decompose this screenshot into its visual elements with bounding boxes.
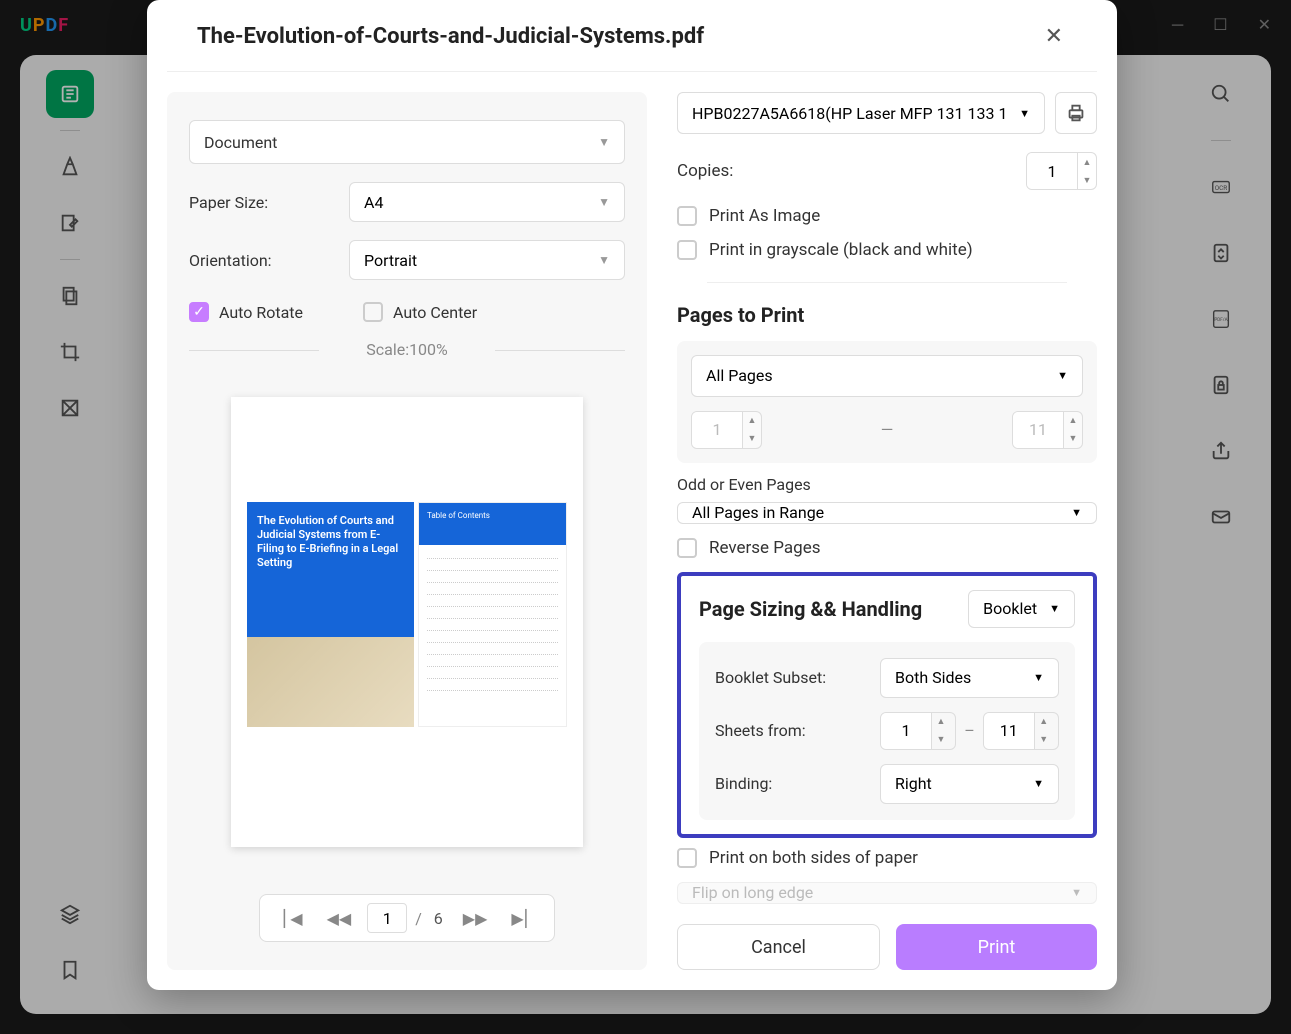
preview-pager: ⎜◀ ◀◀ / 6 ▶▶ ▶⎜: [259, 894, 554, 942]
printer-settings-button[interactable]: [1055, 92, 1097, 134]
print-button[interactable]: Print: [896, 924, 1097, 970]
mode-select[interactable]: Document▼: [189, 120, 625, 164]
close-button[interactable]: ✕: [1041, 20, 1067, 53]
print-both-sides-checkbox[interactable]: Print on both sides of paper: [677, 848, 1097, 868]
cancel-button[interactable]: Cancel: [677, 924, 880, 970]
chevron-down-icon: ▼: [1033, 777, 1044, 790]
last-page-button[interactable]: ▶⎜: [503, 905, 539, 932]
sizing-mode-select[interactable]: Booklet▼: [968, 590, 1075, 628]
chevron-down-icon: ▼: [598, 135, 610, 149]
chevron-down-icon: ▼: [1033, 671, 1044, 684]
orientation-label: Orientation:: [189, 251, 349, 270]
page-range-select[interactable]: All Pages▼: [691, 355, 1083, 397]
auto-rotate-checkbox[interactable]: ✓ Auto Rotate: [189, 302, 303, 322]
odd-even-label: Odd or Even Pages: [677, 475, 1097, 494]
chevron-down-icon: ▼: [598, 195, 610, 209]
chevron-down-icon: ▼: [1057, 369, 1068, 382]
page-sizing-title: Page Sizing && Handling: [699, 597, 922, 621]
chevron-down-icon: ▼: [1071, 886, 1082, 899]
dialog-title: The-Evolution-of-Courts-and-Judicial-Sys…: [197, 24, 704, 49]
print-preview: The Evolution of Courts and Judicial Sys…: [231, 397, 583, 847]
paper-size-select[interactable]: A4▼: [349, 182, 625, 222]
page-sizing-section: Page Sizing && Handling Booklet▼ Booklet…: [677, 572, 1097, 838]
odd-even-select[interactable]: All Pages in Range▼: [677, 502, 1097, 524]
print-as-image-checkbox[interactable]: Print As Image: [677, 206, 1097, 226]
auto-center-checkbox[interactable]: Auto Center: [363, 302, 477, 322]
next-page-button[interactable]: ▶▶: [455, 905, 496, 932]
stepper-down[interactable]: ▼: [1078, 171, 1096, 189]
pages-to-print-title: Pages to Print: [677, 303, 1097, 327]
binding-select[interactable]: Right▼: [880, 764, 1059, 804]
chevron-down-icon: ▼: [1049, 602, 1060, 615]
sheets-to-stepper[interactable]: ▲▼: [983, 712, 1059, 750]
sheets-from-stepper[interactable]: ▲▼: [880, 712, 956, 750]
booklet-subset-label: Booklet Subset:: [715, 668, 880, 687]
orientation-select[interactable]: Portrait▼: [349, 240, 625, 280]
copies-stepper[interactable]: ▲▼: [1026, 152, 1097, 190]
binding-label: Binding:: [715, 774, 880, 793]
print-grayscale-checkbox[interactable]: Print in grayscale (black and white): [677, 240, 1097, 260]
range-from-stepper[interactable]: ▲▼: [691, 411, 762, 449]
booklet-subset-select[interactable]: Both Sides▼: [880, 658, 1059, 698]
printer-select[interactable]: HPB0227A5A6618(HP Laser MFP 131 133 1▼: [677, 92, 1045, 134]
copies-label: Copies:: [677, 161, 1026, 181]
page-input[interactable]: [367, 903, 407, 933]
chevron-down-icon: ▼: [598, 253, 610, 267]
reverse-pages-checkbox[interactable]: Reverse Pages: [677, 538, 1097, 558]
chevron-down-icon: ▼: [1019, 107, 1030, 120]
sheets-from-label: Sheets from:: [715, 721, 880, 740]
first-page-button[interactable]: ⎜◀: [274, 905, 310, 932]
range-to-stepper[interactable]: ▲▼: [1012, 411, 1083, 449]
print-dialog: The-Evolution-of-Courts-and-Judicial-Sys…: [147, 0, 1117, 990]
scale-label: Scale:100%: [189, 340, 625, 359]
chevron-down-icon: ▼: [1071, 506, 1082, 519]
flip-select: Flip on long edge▼: [677, 882, 1097, 904]
prev-page-button[interactable]: ◀◀: [319, 905, 360, 932]
stepper-up[interactable]: ▲: [1078, 153, 1096, 171]
paper-size-label: Paper Size:: [189, 193, 349, 212]
